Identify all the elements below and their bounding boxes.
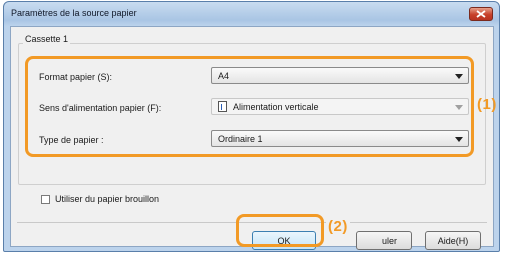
draft-paper-label: Utiliser du papier brouillon xyxy=(55,194,160,204)
title-bar[interactable]: Paramètres de la source papier xyxy=(4,2,499,26)
callout-2: (2) xyxy=(326,218,350,235)
help-button[interactable]: Aide(H) xyxy=(425,231,481,250)
draft-paper-checkbox[interactable] xyxy=(41,194,50,204)
close-icon xyxy=(476,10,486,18)
group-label: Cassette 1 xyxy=(23,34,71,44)
highlight-box-ok xyxy=(236,214,324,247)
draft-paper-option[interactable]: Utiliser du papier brouillon xyxy=(41,194,159,204)
window-title: Paramètres de la source papier xyxy=(11,8,137,18)
callout-1: (1) xyxy=(477,96,497,113)
close-button[interactable] xyxy=(469,7,493,21)
highlight-box-settings xyxy=(25,56,474,157)
cancel-button[interactable]: uler xyxy=(356,231,412,250)
